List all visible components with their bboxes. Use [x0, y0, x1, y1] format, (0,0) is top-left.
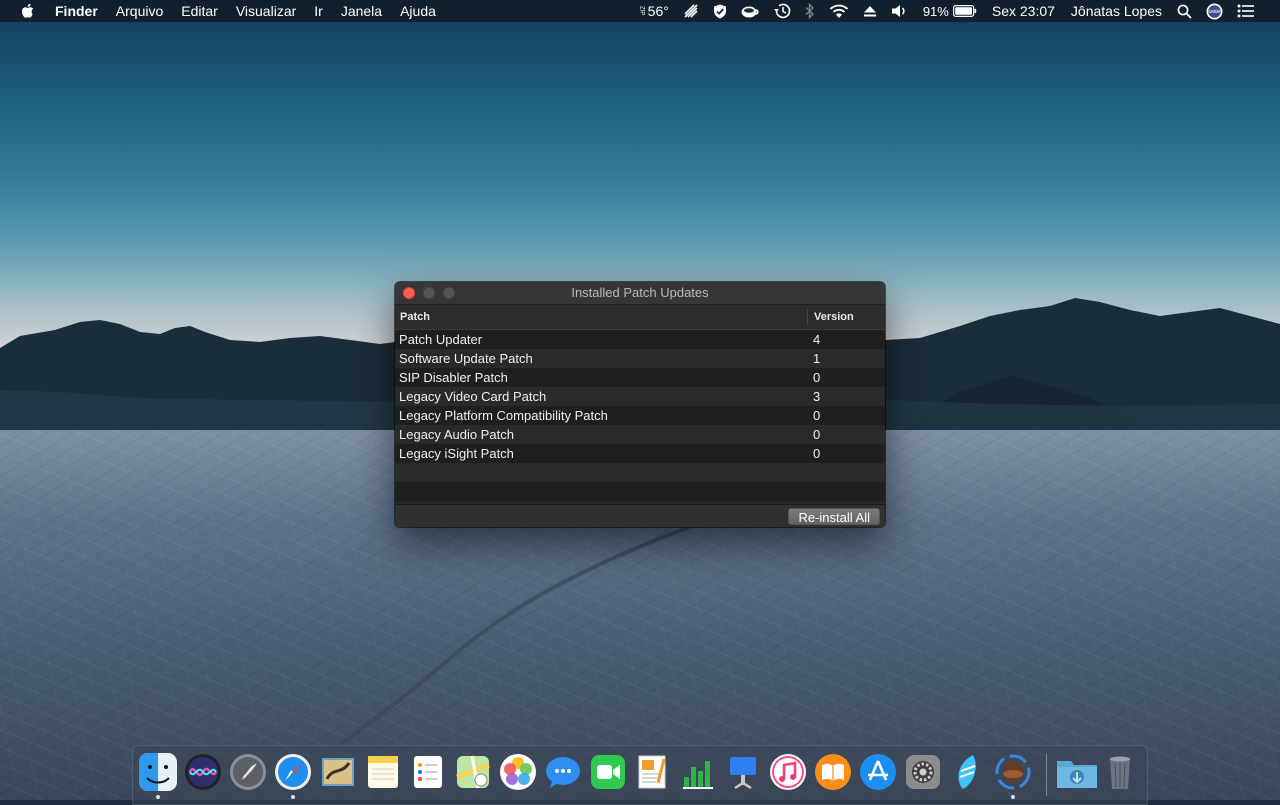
launchpad-icon[interactable]: [229, 753, 267, 791]
apple-menu-icon[interactable]: [20, 3, 34, 19]
menu-visualizar[interactable]: Visualizar: [227, 0, 305, 22]
battery-status[interactable]: 91%: [916, 0, 984, 22]
menu-app-finder[interactable]: Finder: [46, 0, 107, 22]
patch-name-cell: Legacy Audio Patch: [399, 427, 514, 442]
messages-icon[interactable]: [544, 753, 582, 791]
weather-zip-label: ZIP: [638, 6, 645, 16]
maps-icon[interactable]: [454, 753, 492, 791]
coffee-cup-icon[interactable]: [734, 0, 766, 22]
running-indicator: [156, 795, 160, 799]
menu-bar: Finder Arquivo Editar Visualizar Ir Jane…: [0, 0, 1280, 22]
table-row[interactable]: Software Update Patch 1: [395, 349, 885, 368]
patch-version-cell: 3: [813, 389, 821, 404]
patch-version-cell: 0: [813, 427, 821, 442]
notification-center-icon[interactable]: [1230, 0, 1262, 22]
sublime-text-icon[interactable]: [949, 753, 987, 791]
app-store-icon[interactable]: [859, 753, 897, 791]
books-icon[interactable]: [814, 753, 852, 791]
patch-version-cell: 1: [813, 351, 821, 366]
system-preferences-icon[interactable]: [904, 753, 942, 791]
dock-separator: [1046, 754, 1047, 796]
time-machine-icon[interactable]: [766, 0, 798, 22]
column-header-version[interactable]: Version: [808, 305, 854, 329]
menu-editar[interactable]: Editar: [172, 0, 227, 22]
menu-janela[interactable]: Janela: [332, 0, 391, 22]
menu-ajuda[interactable]: Ajuda: [391, 0, 445, 22]
user-account-name[interactable]: Jônatas Lopes: [1063, 0, 1170, 22]
patch-name-cell: SIP Disabler Patch: [399, 370, 508, 385]
reminders-icon[interactable]: [409, 753, 447, 791]
patch-version-cell: 0: [813, 446, 821, 461]
table-row[interactable]: SIP Disabler Patch 0: [395, 368, 885, 387]
notes-icon[interactable]: [364, 753, 402, 791]
battery-percent: 91%: [922, 3, 949, 19]
facetime-icon[interactable]: [589, 753, 627, 791]
menu-clock[interactable]: Sex 23:07: [984, 0, 1063, 22]
installed-patch-updates-window: Installed Patch Updates Patch Version Pa…: [395, 282, 885, 527]
bluetooth-icon[interactable]: [798, 0, 822, 22]
patch-name-cell: Patch Updater: [399, 332, 483, 347]
volume-icon[interactable]: [884, 0, 916, 22]
column-header-patch[interactable]: Patch: [395, 309, 808, 325]
mail-icon[interactable]: [319, 753, 357, 791]
table-row[interactable]: Legacy Video Card Patch 3: [395, 387, 885, 406]
table-row[interactable]: Legacy iSight Patch 0: [395, 444, 885, 463]
table-row[interactable]: Legacy Audio Patch 0: [395, 425, 885, 444]
patch-version-cell: 4: [813, 332, 821, 347]
empty-row: [395, 463, 885, 482]
running-indicator: [1011, 795, 1015, 799]
safari-icon[interactable]: [274, 753, 312, 791]
menu-arquivo[interactable]: Arquivo: [107, 0, 172, 22]
trash-icon[interactable]: [1101, 753, 1139, 791]
pages-icon[interactable]: [634, 753, 672, 791]
shield-icon[interactable]: [706, 0, 734, 22]
spotlight-search-icon[interactable]: [1170, 0, 1199, 22]
window-title: Installed Patch Updates: [571, 285, 709, 300]
empty-row: [395, 482, 885, 501]
network-activity-icon[interactable]: [676, 0, 706, 22]
patch-name-cell: Software Update Patch: [399, 351, 533, 366]
window-bottom-bar: Re-install All: [395, 504, 885, 527]
patch-name-cell: Legacy iSight Patch: [399, 446, 514, 461]
table-row[interactable]: Patch Updater 4: [395, 330, 885, 349]
siri-icon[interactable]: [184, 753, 222, 791]
siri-menu-icon[interactable]: [1199, 0, 1230, 22]
numbers-icon[interactable]: [679, 753, 717, 791]
table-row[interactable]: Legacy Platform Compatibility Patch 0: [395, 406, 885, 425]
table-header: Patch Version: [395, 305, 885, 330]
keynote-icon[interactable]: [724, 753, 762, 791]
menu-ir[interactable]: Ir: [305, 0, 332, 22]
running-indicator: [291, 795, 295, 799]
itunes-icon[interactable]: [769, 753, 807, 791]
patch-table: Patch Updater 4 Software Update Patch 1 …: [395, 330, 885, 501]
photos-icon[interactable]: [499, 753, 537, 791]
patch-updater-icon[interactable]: [994, 753, 1032, 791]
window-titlebar[interactable]: Installed Patch Updates: [395, 282, 885, 305]
patch-name-cell: Legacy Platform Compatibility Patch: [399, 408, 608, 423]
finder-icon[interactable]: [139, 753, 177, 791]
downloads-folder-icon[interactable]: [1055, 753, 1099, 791]
patch-name-cell: Legacy Video Card Patch: [399, 389, 547, 404]
battery-icon: [952, 5, 977, 17]
weather-status[interactable]: ZIP 56°: [632, 0, 676, 22]
patch-version-cell: 0: [813, 408, 821, 423]
patch-version-cell: 0: [813, 370, 821, 385]
wifi-icon[interactable]: [822, 0, 856, 22]
reinstall-all-button[interactable]: Re-install All: [788, 508, 880, 525]
temperature-value: 56°: [647, 3, 669, 19]
dock: [132, 745, 1148, 805]
eject-icon[interactable]: [856, 0, 884, 22]
